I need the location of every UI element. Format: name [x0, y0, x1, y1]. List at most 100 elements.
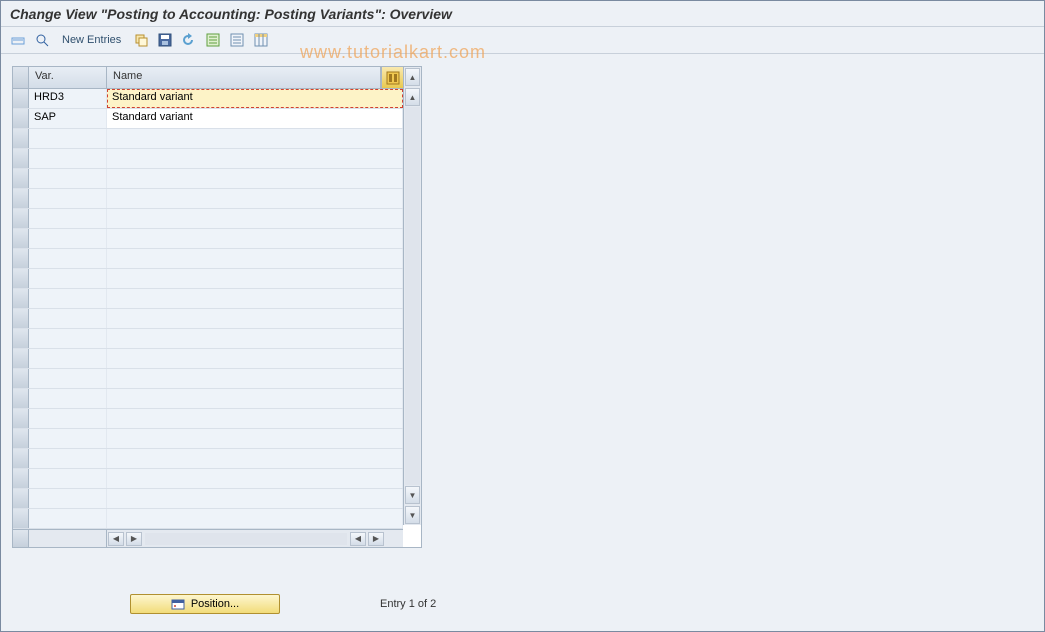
cell-var[interactable] [29, 449, 107, 468]
cell-var[interactable] [29, 509, 107, 528]
table-settings-icon[interactable] [251, 30, 271, 50]
row-selector[interactable] [13, 209, 29, 228]
cell-var[interactable] [29, 169, 107, 188]
row-selector[interactable] [13, 129, 29, 148]
column-header-name[interactable]: Name [107, 67, 381, 88]
other-view-icon[interactable] [8, 30, 28, 50]
cell-var[interactable] [29, 349, 107, 368]
cell-var[interactable]: HRD3 [29, 89, 107, 108]
row-selector[interactable] [13, 349, 29, 368]
cell-name[interactable] [107, 229, 403, 248]
scroll-page-down-icon[interactable]: ▼ [405, 486, 420, 504]
cell-var[interactable] [29, 189, 107, 208]
row-selector[interactable] [13, 169, 29, 188]
table-row[interactable] [13, 369, 403, 389]
row-selector[interactable] [13, 229, 29, 248]
cell-name[interactable] [107, 249, 403, 268]
table-row[interactable] [13, 209, 403, 229]
table-row[interactable] [13, 229, 403, 249]
scroll-down-icon[interactable]: ▼ [405, 506, 420, 524]
row-selector[interactable] [13, 389, 29, 408]
table-row[interactable] [13, 269, 403, 289]
table-row[interactable] [13, 129, 403, 149]
cell-var[interactable] [29, 229, 107, 248]
table-row[interactable] [13, 189, 403, 209]
cell-name[interactable]: Standard variant [107, 109, 403, 128]
row-selector[interactable] [13, 429, 29, 448]
cell-var[interactable]: SAP [29, 109, 107, 128]
row-selector[interactable] [13, 89, 29, 108]
table-row[interactable]: SAPStandard variant [13, 109, 403, 129]
cell-var[interactable] [29, 409, 107, 428]
row-selector[interactable] [13, 249, 29, 268]
cell-name[interactable]: Standard variant [107, 89, 403, 108]
row-selector[interactable] [13, 369, 29, 388]
cell-var[interactable] [29, 389, 107, 408]
cell-var[interactable] [29, 489, 107, 508]
row-selector[interactable] [13, 449, 29, 468]
table-config-icon[interactable] [381, 67, 403, 88]
row-selector[interactable] [13, 329, 29, 348]
cell-var[interactable] [29, 369, 107, 388]
cell-name[interactable] [107, 469, 403, 488]
select-all-icon[interactable] [203, 30, 223, 50]
cell-name[interactable] [107, 449, 403, 468]
scroll-up-icon[interactable]: ▲ [405, 68, 420, 86]
table-row[interactable] [13, 149, 403, 169]
row-selector[interactable] [13, 109, 29, 128]
undo-icon[interactable] [179, 30, 199, 50]
cell-var[interactable] [29, 329, 107, 348]
table-row[interactable] [13, 349, 403, 369]
table-row[interactable] [13, 289, 403, 309]
position-button[interactable]: Position... [130, 594, 280, 614]
row-selector[interactable] [13, 469, 29, 488]
cell-name[interactable] [107, 349, 403, 368]
table-row[interactable] [13, 509, 403, 529]
copy-icon[interactable] [131, 30, 151, 50]
row-selector[interactable] [13, 509, 29, 528]
row-selector[interactable] [13, 489, 29, 508]
table-row[interactable] [13, 249, 403, 269]
table-row[interactable] [13, 329, 403, 349]
scroll-right-icon[interactable]: ▶ [126, 532, 142, 546]
cell-name[interactable] [107, 129, 403, 148]
row-selector[interactable] [13, 309, 29, 328]
cell-name[interactable] [107, 269, 403, 288]
row-selector[interactable] [13, 409, 29, 428]
cell-name[interactable] [107, 169, 403, 188]
cell-var[interactable] [29, 129, 107, 148]
table-row[interactable] [13, 489, 403, 509]
cell-name[interactable] [107, 509, 403, 528]
cell-var[interactable] [29, 209, 107, 228]
deselect-all-icon[interactable] [227, 30, 247, 50]
cell-var[interactable] [29, 469, 107, 488]
new-entries-button[interactable]: New Entries [56, 32, 127, 48]
cell-name[interactable] [107, 389, 403, 408]
table-row[interactable] [13, 409, 403, 429]
cell-var[interactable] [29, 289, 107, 308]
cell-name[interactable] [107, 409, 403, 428]
scroll-left-end-icon[interactable]: ◀ [350, 532, 366, 546]
table-row[interactable] [13, 469, 403, 489]
cell-name[interactable] [107, 369, 403, 388]
save-icon[interactable] [155, 30, 175, 50]
cell-var[interactable] [29, 429, 107, 448]
cell-name[interactable] [107, 289, 403, 308]
scroll-left-icon[interactable]: ◀ [108, 532, 124, 546]
table-row[interactable] [13, 309, 403, 329]
cell-name[interactable] [107, 329, 403, 348]
scroll-page-up-icon[interactable]: ▲ [405, 88, 420, 106]
row-selector[interactable] [13, 189, 29, 208]
cell-name[interactable] [107, 309, 403, 328]
cell-name[interactable] [107, 489, 403, 508]
row-selector[interactable] [13, 289, 29, 308]
cell-name[interactable] [107, 209, 403, 228]
horizontal-scrollbar[interactable]: ◀ ▶ ◀ ▶ [13, 529, 403, 547]
vertical-scrollbar[interactable]: ▲ ▲ ▼ ▼ [403, 67, 421, 525]
cell-name[interactable] [107, 149, 403, 168]
cell-var[interactable] [29, 269, 107, 288]
find-icon[interactable] [32, 30, 52, 50]
scroll-right-end-icon[interactable]: ▶ [368, 532, 384, 546]
table-row[interactable] [13, 449, 403, 469]
table-row[interactable] [13, 169, 403, 189]
